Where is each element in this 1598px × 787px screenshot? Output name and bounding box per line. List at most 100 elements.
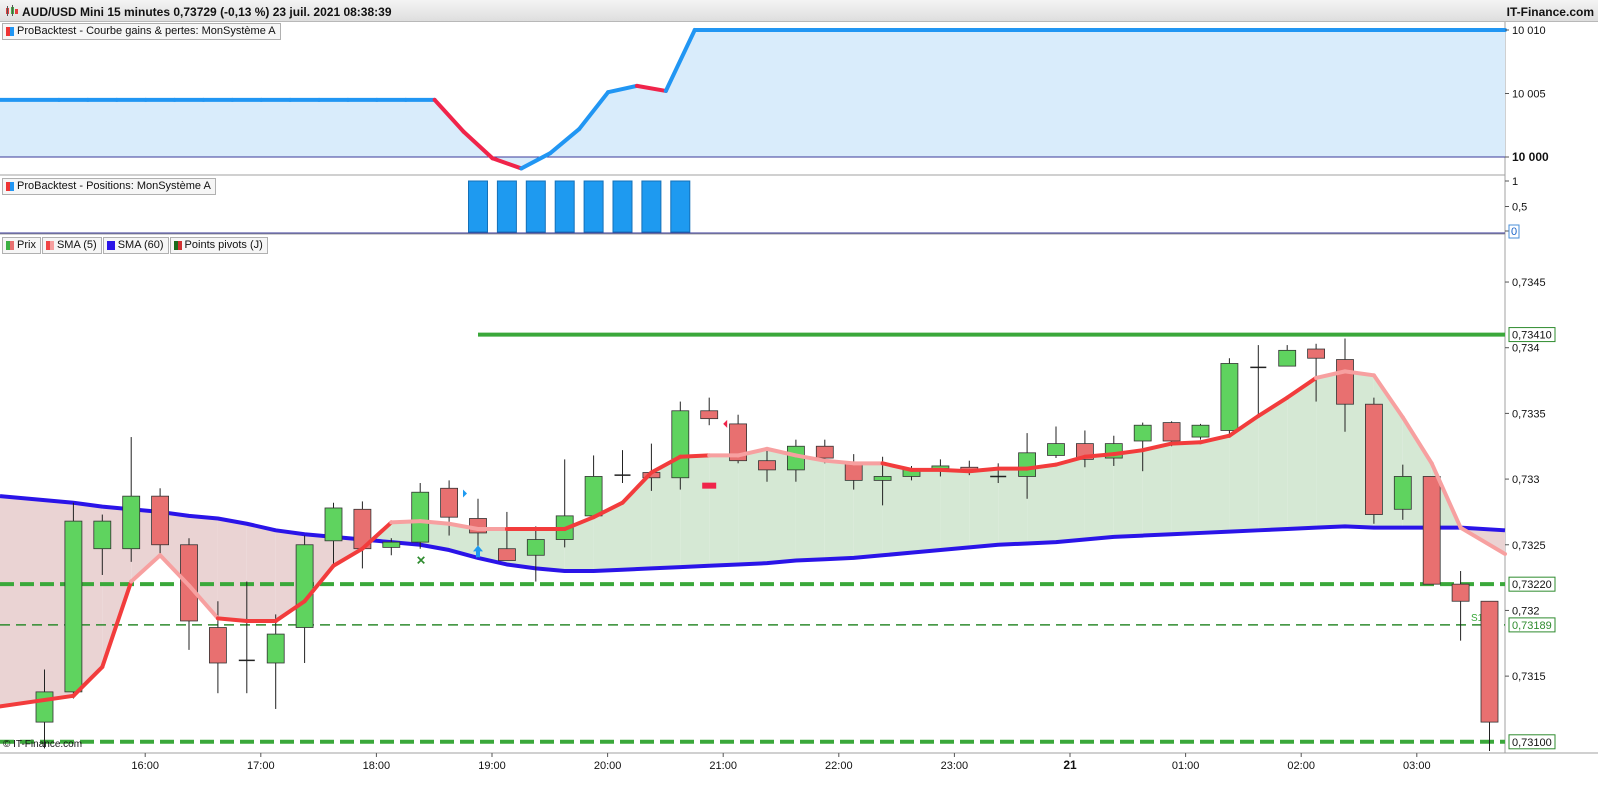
- sma60-swatch: [106, 241, 115, 250]
- position-bar: [468, 180, 488, 233]
- positions-legend-label: ProBacktest - Positions: MonSystème A: [17, 180, 211, 192]
- candle-body: [35, 691, 54, 723]
- candle-body: [526, 539, 545, 556]
- candle-body: [671, 410, 690, 479]
- sma5-segment: [1082, 452, 1116, 459]
- candle-body: [1365, 403, 1383, 515]
- sma5-segment: [938, 467, 972, 474]
- price-y-tick-label: 0,732: [1512, 605, 1540, 617]
- legend-item-sma60[interactable]: SMA (60): [102, 237, 169, 254]
- sma5-segment: [389, 519, 423, 525]
- sma-fill-band: [998, 468, 1028, 545]
- x-tick-label: 18:00: [363, 760, 391, 772]
- copyright: © IT-Finance.com: [3, 739, 83, 750]
- price-y-tick-label: 0,734: [1512, 343, 1540, 355]
- x-tick-label: 21:00: [709, 760, 737, 772]
- candle-body: [1162, 422, 1181, 442]
- positions-icon: [6, 182, 14, 191]
- candle-body: [1191, 424, 1210, 438]
- sma5-segment: [215, 616, 249, 623]
- sma-fill-band: [969, 468, 999, 548]
- positions-y-tick-label: 0,5: [1512, 202, 1527, 214]
- sma-fill-band: [246, 523, 276, 621]
- candle-body: [584, 476, 603, 517]
- candlestick-icon: [6, 5, 18, 16]
- x-tick-label: 19:00: [478, 760, 506, 772]
- candle-body: [93, 520, 112, 550]
- legend-label: SMA (60): [117, 239, 164, 251]
- sma-fill-band: [1287, 377, 1317, 529]
- candle-body: [1278, 349, 1297, 367]
- candle-body: [440, 487, 459, 518]
- pivots-swatch: [173, 241, 182, 250]
- candle-body: [1220, 363, 1239, 431]
- price-y-tick-label: 0,7315: [1512, 671, 1546, 683]
- prix-swatch: [6, 241, 14, 250]
- price-y-tick-label: 0,7325: [1512, 540, 1546, 552]
- chart-canvas[interactable]: 10 010 10 005 10 000 1 0,5 0 0,73410 0,73220 0,7…: [0, 22, 1598, 787]
- sma5-segment: [678, 453, 712, 459]
- candle-body: [873, 476, 892, 481]
- price-y-tick-label: 0,7335: [1512, 408, 1546, 420]
- sma5-segment: [822, 458, 856, 466]
- candle-body: [1018, 452, 1036, 477]
- candle-body: [1480, 600, 1499, 723]
- positions-y-tick-label: 1: [1512, 176, 1518, 188]
- x-tick-label: 23:00: [941, 760, 969, 772]
- equity-legend[interactable]: ProBacktest - Courbe gains & pertes: Mon…: [2, 23, 282, 40]
- legend-item-pivots[interactable]: Points pivots (J): [169, 237, 268, 254]
- sma-fill-band: [709, 455, 739, 566]
- x-tick-label: 17:00: [247, 760, 275, 772]
- candle-body: [1336, 359, 1354, 405]
- candle-body: [1307, 348, 1325, 359]
- candle-body: [1393, 476, 1412, 510]
- price-y-tick-label: 0,733: [1512, 474, 1540, 486]
- candle-body: [1047, 443, 1065, 456]
- x-tick-label: 21: [1063, 758, 1077, 772]
- position-bar: [583, 180, 604, 233]
- sma-fill-band: [795, 455, 825, 561]
- legend-label: SMA (5): [56, 239, 97, 251]
- candle-body: [815, 445, 834, 459]
- positions-y-tick-label: 0: [1511, 226, 1517, 238]
- position-bar: [554, 180, 575, 233]
- candle-body: [1451, 583, 1470, 602]
- x-tick-label: 22:00: [825, 760, 853, 772]
- candle-body: [382, 541, 401, 548]
- sma-fill-band: [217, 518, 247, 621]
- sma-fill-band: [1084, 454, 1114, 540]
- sma-fill-band: [1113, 450, 1143, 537]
- position-bar: [641, 180, 662, 233]
- x-tick-label: 02:00: [1287, 760, 1315, 772]
- title-bar: AUD/USD Mini 15 minutes 0,73729 (-0,13 %…: [0, 0, 1598, 22]
- x-tick-label: 16:00: [131, 760, 159, 772]
- position-bar: [612, 180, 633, 233]
- sma-fill-band: [911, 469, 941, 553]
- candle-body: [151, 495, 170, 546]
- candle-body: [497, 548, 516, 561]
- sell-marker-icon: [702, 482, 717, 489]
- legend-label: Prix: [17, 239, 36, 251]
- legend-item-sma5[interactable]: SMA (5): [41, 237, 102, 254]
- position-bar: [496, 180, 517, 233]
- sma-fill-band: [1258, 397, 1288, 531]
- pivot-label: 0,73410: [1512, 330, 1552, 342]
- exit-cross-icon: ✕: [416, 554, 426, 568]
- price-legend[interactable]: Prix SMA (5) SMA (60) Points pivots (J): [2, 237, 269, 254]
- candle-body: [700, 410, 719, 420]
- price-y-tick-label: 0,7345: [1512, 277, 1546, 289]
- chart-title: AUD/USD Mini 15 minutes 0,73729 (-0,13 %…: [22, 5, 392, 19]
- equity-y-tick-label: 10 010: [1512, 25, 1546, 37]
- candle-body: [295, 544, 314, 628]
- sma-fill-band: [940, 469, 970, 551]
- positions-legend[interactable]: ProBacktest - Positions: MonSystème A: [2, 178, 217, 195]
- candle-body: [411, 491, 430, 543]
- sma-fill-band: [1171, 442, 1201, 535]
- candle-body: [122, 495, 141, 550]
- legend-item-prix[interactable]: Prix: [2, 237, 41, 254]
- pivot-label: 0,73220: [1512, 579, 1552, 591]
- site-name[interactable]: IT-Finance.com: [1507, 5, 1594, 19]
- sma-fill-band: [1142, 443, 1172, 536]
- sma5-segment: [1169, 440, 1203, 446]
- candle-body: [208, 627, 227, 664]
